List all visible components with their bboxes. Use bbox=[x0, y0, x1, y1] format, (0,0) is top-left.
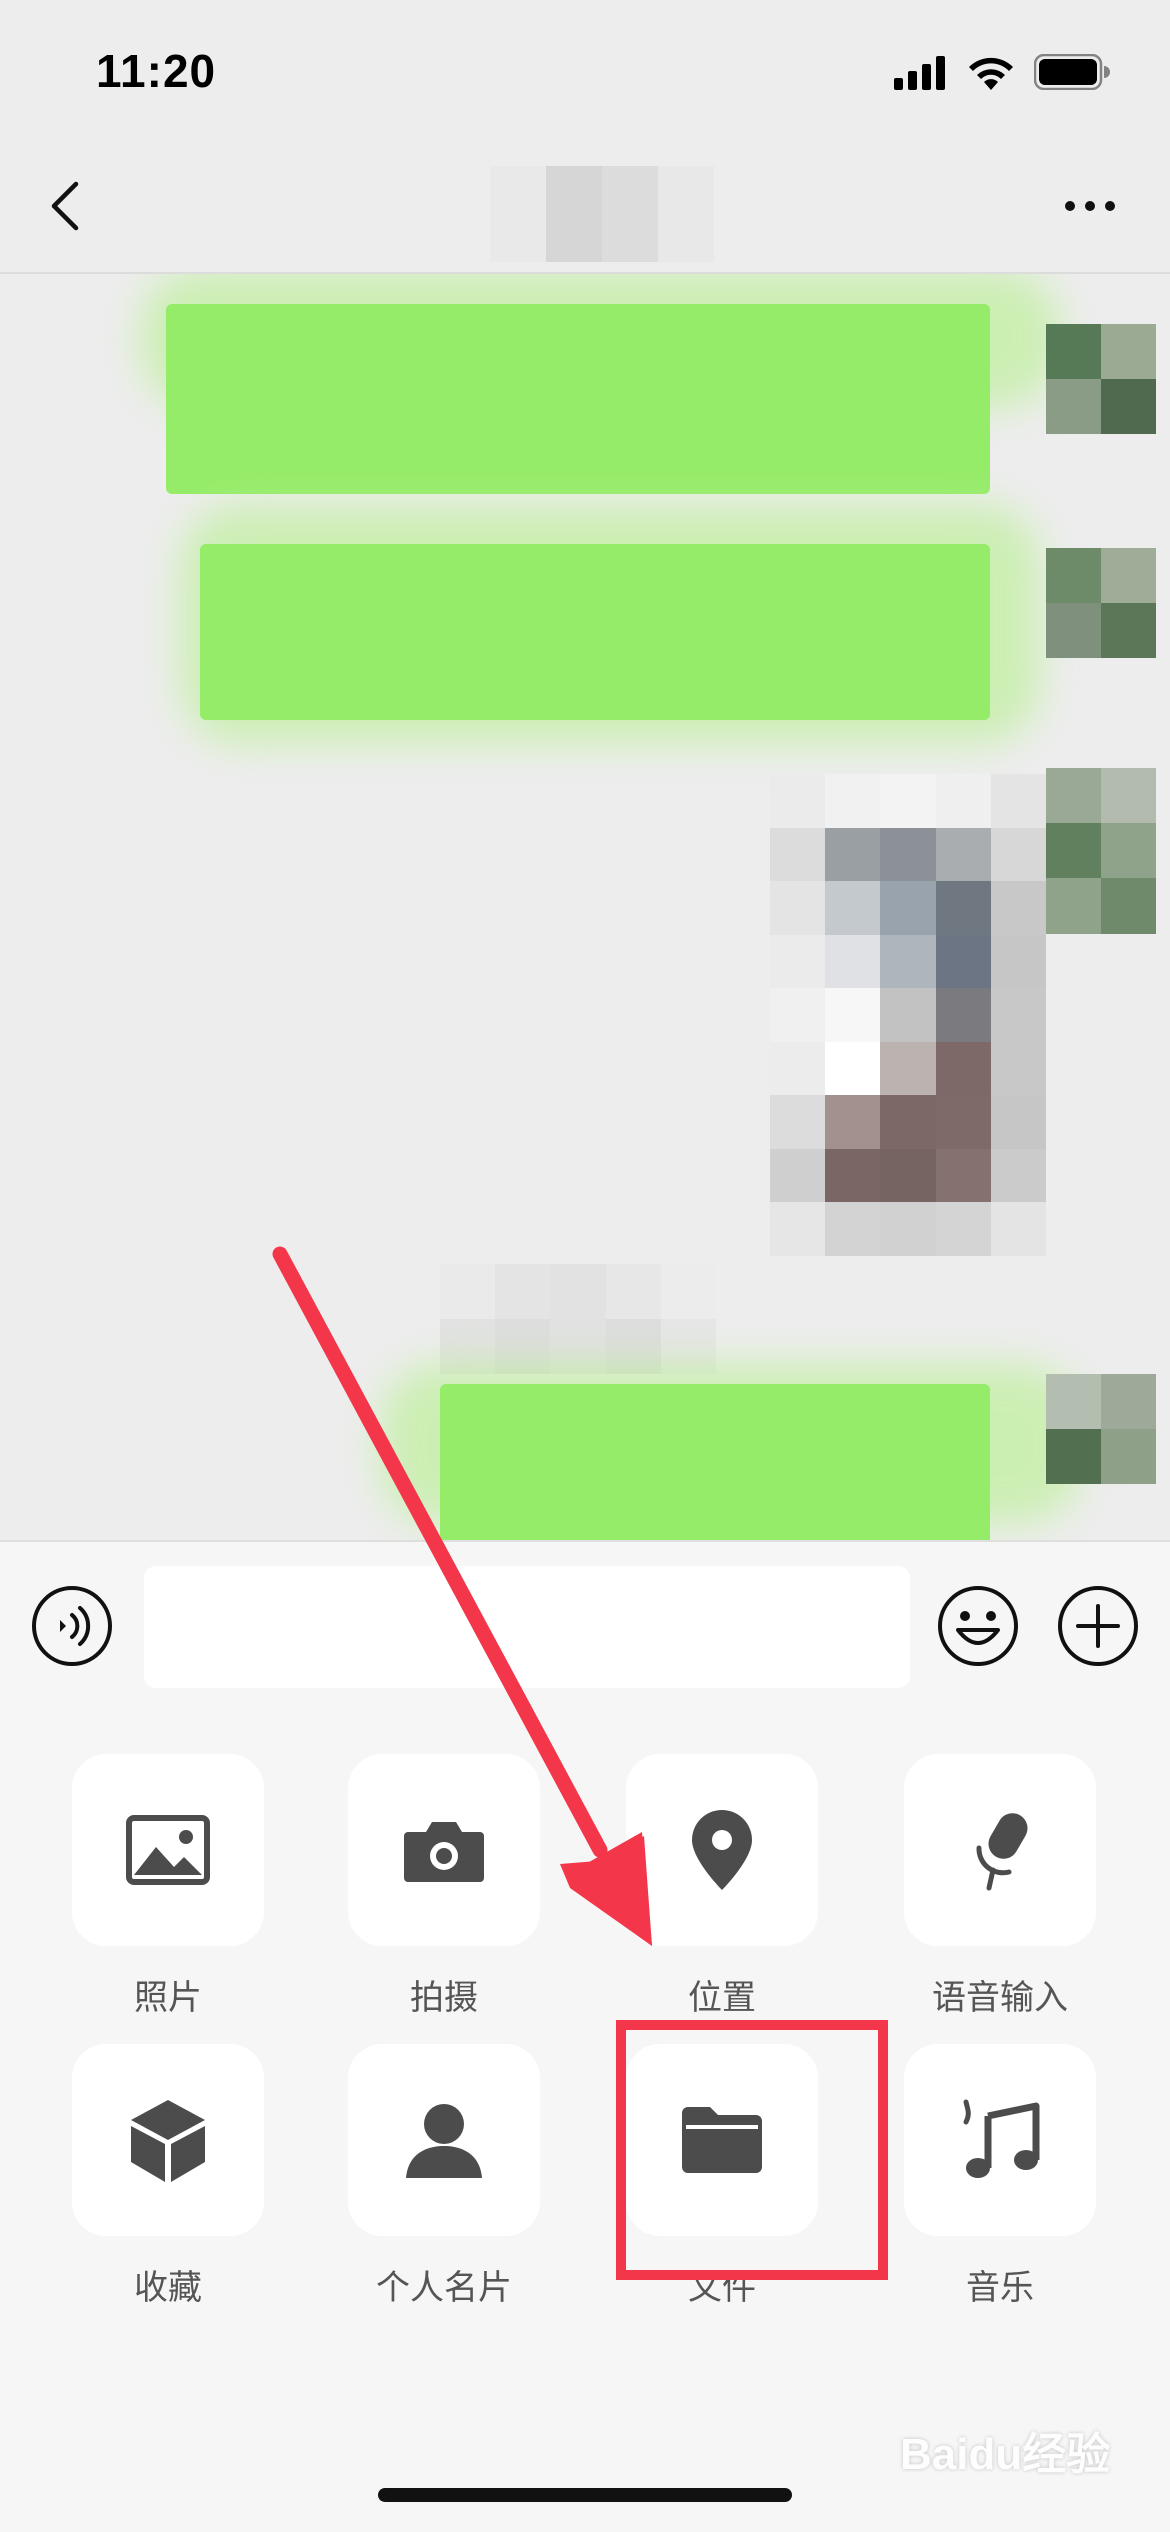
cellular-signal-icon bbox=[894, 56, 945, 90]
avatar[interactable] bbox=[1046, 548, 1156, 658]
plus-icon[interactable] bbox=[1056, 1584, 1140, 1668]
music-note-icon bbox=[963, 2099, 1040, 2178]
action-photos[interactable]: 照片 bbox=[68, 1754, 268, 2019]
contact-card-icon bbox=[406, 2104, 482, 2178]
avatar[interactable] bbox=[1046, 878, 1156, 934]
action-tile[interactable] bbox=[904, 2044, 1096, 2236]
nav-bar bbox=[0, 140, 1170, 274]
status-bar: 11:20 bbox=[0, 0, 1170, 140]
action-label: 照片 bbox=[134, 1978, 202, 2018]
action-tile[interactable] bbox=[348, 1754, 540, 1946]
action-tile[interactable] bbox=[626, 1754, 818, 1946]
photo-icon bbox=[126, 1815, 210, 1885]
action-tile[interactable] bbox=[72, 1754, 264, 1946]
annotation-highlight-box bbox=[616, 2020, 888, 2280]
message-input[interactable] bbox=[144, 1566, 910, 1688]
avatar[interactable] bbox=[1046, 324, 1156, 434]
more-options-icon[interactable] bbox=[1060, 186, 1120, 226]
action-location[interactable]: 位置 bbox=[622, 1754, 822, 2019]
location-pin-icon bbox=[692, 1810, 752, 1890]
watermark: Baidu经验 bbox=[900, 2430, 1111, 2479]
action-favorites[interactable]: 收藏 bbox=[68, 2044, 268, 2309]
more-actions-panel: 照片 拍摄 位置 语音输入 收藏 个人名片 文件 音乐 bbox=[0, 1710, 1170, 2532]
voice-input-icon[interactable] bbox=[30, 1584, 114, 1668]
action-voice-input[interactable]: 语音输入 bbox=[900, 1754, 1100, 2019]
action-label: 位置 bbox=[688, 1978, 756, 2018]
action-tile[interactable] bbox=[904, 1754, 1096, 1946]
back-chevron-icon[interactable] bbox=[40, 180, 92, 232]
action-tile[interactable] bbox=[348, 2044, 540, 2236]
message-bubble[interactable] bbox=[440, 1384, 990, 1540]
action-label: 拍摄 bbox=[410, 1978, 478, 2018]
action-music[interactable]: 音乐 bbox=[900, 2044, 1100, 2309]
action-label: 音乐 bbox=[966, 2268, 1034, 2308]
emoji-icon[interactable] bbox=[936, 1584, 1020, 1668]
camera-icon bbox=[404, 1822, 484, 1882]
action-camera[interactable]: 拍摄 bbox=[344, 1754, 544, 2019]
image-message-pixelated[interactable] bbox=[770, 774, 1046, 1256]
microphone-icon bbox=[976, 1813, 1028, 1891]
action-label: 收藏 bbox=[134, 2268, 202, 2308]
home-indicator[interactable] bbox=[378, 2488, 792, 2502]
chat-messages[interactable] bbox=[0, 274, 1170, 1540]
action-tile[interactable] bbox=[72, 2044, 264, 2236]
action-contact-card[interactable]: 个人名片 bbox=[344, 2044, 544, 2309]
chat-title-pixelated bbox=[490, 166, 720, 262]
timestamp-pixelated bbox=[440, 1264, 716, 1374]
message-bubble[interactable] bbox=[166, 304, 990, 494]
message-bubble[interactable] bbox=[200, 544, 990, 720]
battery-icon bbox=[1034, 54, 1110, 90]
avatar[interactable] bbox=[1046, 768, 1156, 878]
status-time: 11:20 bbox=[96, 45, 217, 97]
wifi-icon bbox=[969, 57, 1013, 90]
avatar[interactable] bbox=[1046, 1374, 1156, 1484]
status-icons bbox=[894, 54, 1110, 90]
action-label: 个人名片 bbox=[376, 2268, 512, 2308]
favorites-cube-icon bbox=[131, 2100, 205, 2182]
input-bar bbox=[0, 1540, 1170, 1712]
action-label: 语音输入 bbox=[932, 1978, 1068, 2018]
